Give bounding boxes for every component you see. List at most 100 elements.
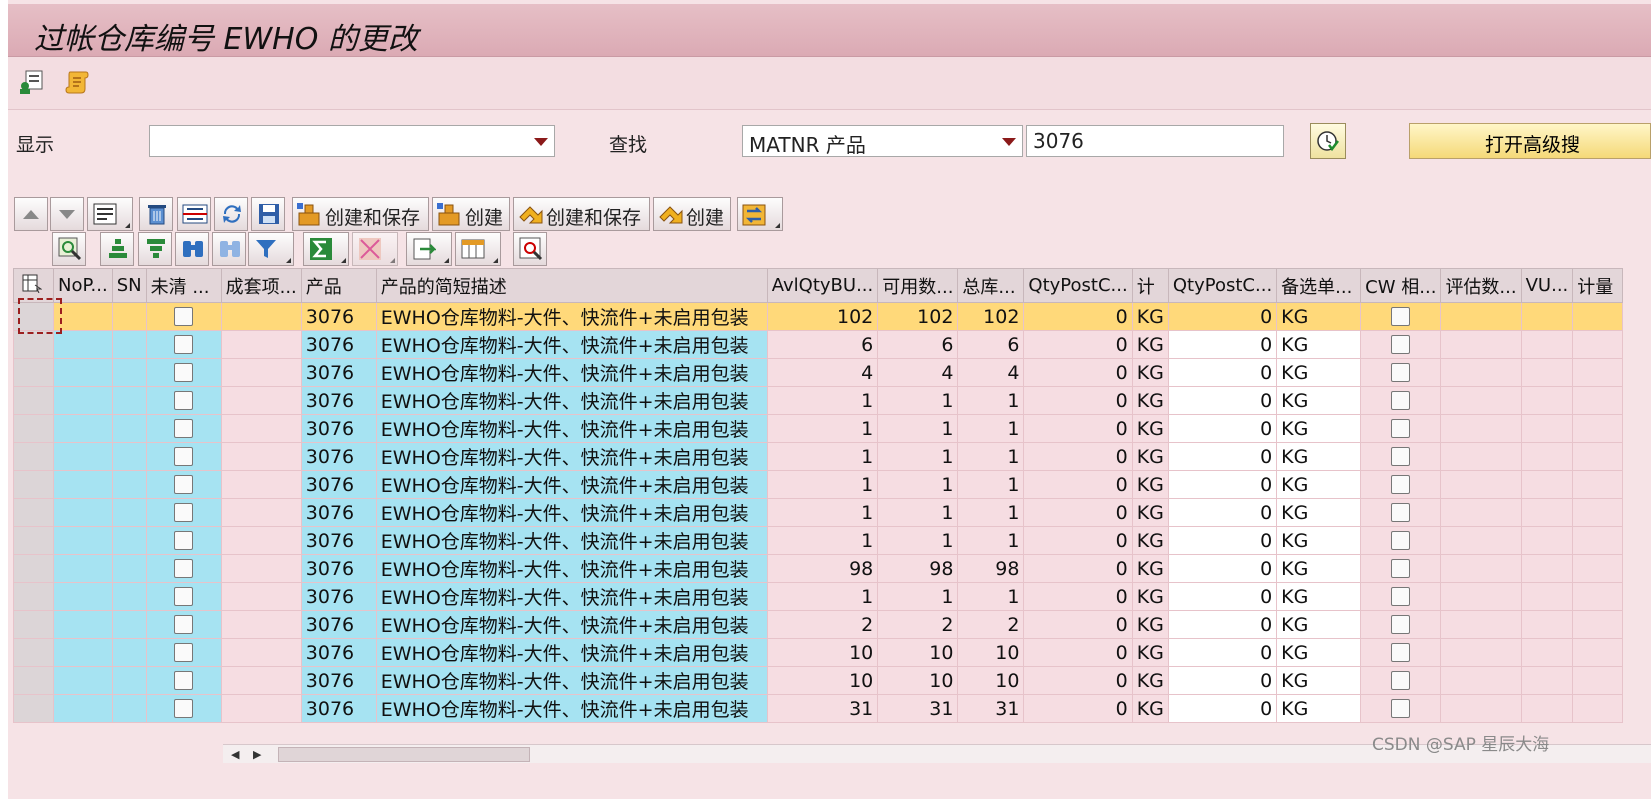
checkbox[interactable] — [1391, 671, 1411, 690]
save-button[interactable] — [251, 197, 285, 231]
checkbox[interactable] — [174, 419, 194, 438]
checkbox[interactable] — [174, 559, 194, 578]
checkbox[interactable] — [1391, 699, 1411, 718]
column-header[interactable]: NoP... — [53, 268, 113, 303]
find-button[interactable] — [175, 232, 209, 266]
find-next-button[interactable] — [212, 232, 246, 266]
row-selector[interactable] — [13, 554, 54, 583]
checkbox[interactable] — [174, 699, 194, 718]
sort-ascending-button[interactable] — [100, 232, 134, 266]
view-button[interactable] — [513, 232, 547, 266]
checkbox[interactable] — [174, 335, 194, 354]
checkbox[interactable] — [174, 363, 194, 382]
checkbox[interactable] — [1391, 447, 1411, 466]
column-header[interactable]: 总库... — [957, 268, 1025, 303]
scroll-down-button[interactable] — [50, 197, 84, 231]
checkbox[interactable] — [1391, 475, 1411, 494]
checkbox[interactable] — [174, 503, 194, 522]
checkbox[interactable] — [174, 307, 194, 326]
delete-button[interactable] — [139, 197, 173, 231]
search-input[interactable]: 3076 — [1026, 125, 1284, 157]
scroll-icon[interactable] — [64, 69, 90, 95]
table-row[interactable]: 3076 EWHO仓库物料-大件、快流件+未启用包装 6 6 6 0 KG 0 KG — [13, 330, 1624, 359]
table-row[interactable]: 3076 EWHO仓库物料-大件、快流件+未启用包装 1 1 1 0 KG 0 KG — [13, 470, 1624, 499]
column-header[interactable]: CW 相... — [1360, 268, 1442, 303]
checkbox[interactable] — [1391, 615, 1411, 634]
table-row[interactable]: 3076 EWHO仓库物料-大件、快流件+未启用包装 102 102 102 0 KG 0 KG — [13, 302, 1624, 331]
column-header[interactable]: 备选单... — [1276, 268, 1362, 303]
checkbox[interactable] — [1391, 419, 1411, 438]
row-selector[interactable] — [13, 330, 54, 359]
column-header[interactable]: 可用数... — [877, 268, 959, 303]
table-row[interactable]: 3076 EWHO仓库物料-大件、快流件+未启用包装 1 1 1 0 KG 0 KG — [13, 442, 1624, 471]
checkbox[interactable] — [1391, 307, 1411, 326]
display-dropdown[interactable] — [149, 125, 555, 157]
checkbox[interactable] — [1391, 391, 1411, 410]
column-header[interactable]: SN — [111, 268, 147, 303]
execute-search-button[interactable] — [1310, 123, 1346, 159]
scroll-thumb[interactable] — [278, 747, 530, 762]
checkbox[interactable] — [1391, 531, 1411, 550]
table-row[interactable]: 3076 EWHO仓库物料-大件、快流件+未启用包装 1 1 1 0 KG 0 KG — [13, 498, 1624, 527]
checkbox[interactable] — [1391, 587, 1411, 606]
column-header[interactable]: AvlQtyBU... — [766, 268, 879, 303]
row-selector[interactable] — [13, 498, 54, 527]
row-selector[interactable] — [13, 638, 54, 667]
details-menu-button[interactable] — [87, 197, 133, 231]
column-header[interactable]: 产品的简短描述 — [375, 268, 768, 303]
column-header[interactable]: 计 — [1131, 268, 1169, 303]
create-button[interactable]: 创建 — [432, 197, 510, 231]
checkbox[interactable] — [174, 615, 194, 634]
create-and-save-task-button[interactable]: 创建和保存 — [513, 197, 650, 231]
column-header[interactable]: 计量 — [1572, 268, 1624, 303]
checkbox[interactable] — [174, 391, 194, 410]
total-button[interactable] — [303, 232, 349, 266]
table-row[interactable]: 3076 EWHO仓库物料-大件、快流件+未启用包装 4 4 4 0 KG 0 KG — [13, 358, 1624, 387]
checkbox[interactable] — [1391, 643, 1411, 662]
zoom-details-button[interactable] — [52, 232, 86, 266]
row-selector[interactable] — [13, 386, 54, 415]
row-selector[interactable] — [13, 358, 54, 387]
table-row[interactable]: 3076 EWHO仓库物料-大件、快流件+未启用包装 10 10 10 0 KG 0 KG — [13, 666, 1624, 695]
table-row[interactable]: 3076 EWHO仓库物料-大件、快流件+未启用包装 1 1 1 0 KG 0 KG — [13, 414, 1624, 443]
export-button[interactable] — [406, 232, 452, 266]
checkbox[interactable] — [174, 671, 194, 690]
column-header[interactable]: 成套项... — [220, 268, 302, 303]
refresh-button[interactable] — [214, 197, 248, 231]
layout-button[interactable] — [455, 232, 501, 266]
row-selector[interactable] — [13, 526, 54, 555]
column-header[interactable]: 评估数... — [1440, 268, 1522, 303]
column-header[interactable]: 未清 ... — [145, 268, 222, 303]
checkbox[interactable] — [174, 475, 194, 494]
user-display-icon[interactable] — [18, 69, 44, 95]
checkbox[interactable] — [174, 447, 194, 466]
table-row[interactable]: 3076 EWHO仓库物料-大件、快流件+未启用包装 10 10 10 0 KG 0 KG — [13, 638, 1624, 667]
create-task-button[interactable]: 创建 — [653, 197, 731, 231]
table-row[interactable]: 3076 EWHO仓库物料-大件、快流件+未启用包装 98 98 98 0 KG 0 KG — [13, 554, 1624, 583]
row-selector[interactable] — [13, 470, 54, 499]
sort-descending-button[interactable] — [138, 232, 172, 266]
checkbox[interactable] — [1391, 503, 1411, 522]
table-row[interactable]: 3076 EWHO仓库物料-大件、快流件+未启用包装 1 1 1 0 KG 0 KG — [13, 582, 1624, 611]
open-advanced-search-button[interactable]: 打开高级搜 — [1409, 123, 1651, 159]
row-selector[interactable] — [13, 666, 54, 695]
checkbox[interactable] — [174, 587, 194, 606]
cut-button[interactable] — [177, 197, 211, 231]
table-row[interactable]: 3076 EWHO仓库物料-大件、快流件+未启用包装 2 2 2 0 KG 0 KG — [13, 610, 1624, 639]
checkbox[interactable] — [1391, 335, 1411, 354]
column-header[interactable]: 产品 — [300, 268, 377, 303]
scroll-left-icon[interactable]: ◀ — [231, 748, 239, 761]
search-field-dropdown[interactable]: MATNR 产品 — [742, 125, 1023, 157]
row-selector[interactable] — [13, 694, 54, 723]
table-row[interactable]: 3076 EWHO仓库物料-大件、快流件+未启用包装 1 1 1 0 KG 0 KG — [13, 386, 1624, 415]
filter-button[interactable] — [248, 232, 294, 266]
column-header[interactable]: QtyPostC... — [1167, 268, 1278, 303]
more-actions-button[interactable] — [737, 197, 783, 231]
subtotal-button[interactable] — [352, 232, 398, 266]
column-header[interactable]: QtyPostC... — [1023, 268, 1133, 303]
checkbox[interactable] — [174, 643, 194, 662]
table-row[interactable]: 3076 EWHO仓库物料-大件、快流件+未启用包装 1 1 1 0 KG 0 KG — [13, 526, 1624, 555]
row-selector[interactable] — [13, 442, 54, 471]
scroll-right-icon[interactable]: ▶ — [253, 748, 261, 761]
checkbox[interactable] — [1391, 363, 1411, 382]
